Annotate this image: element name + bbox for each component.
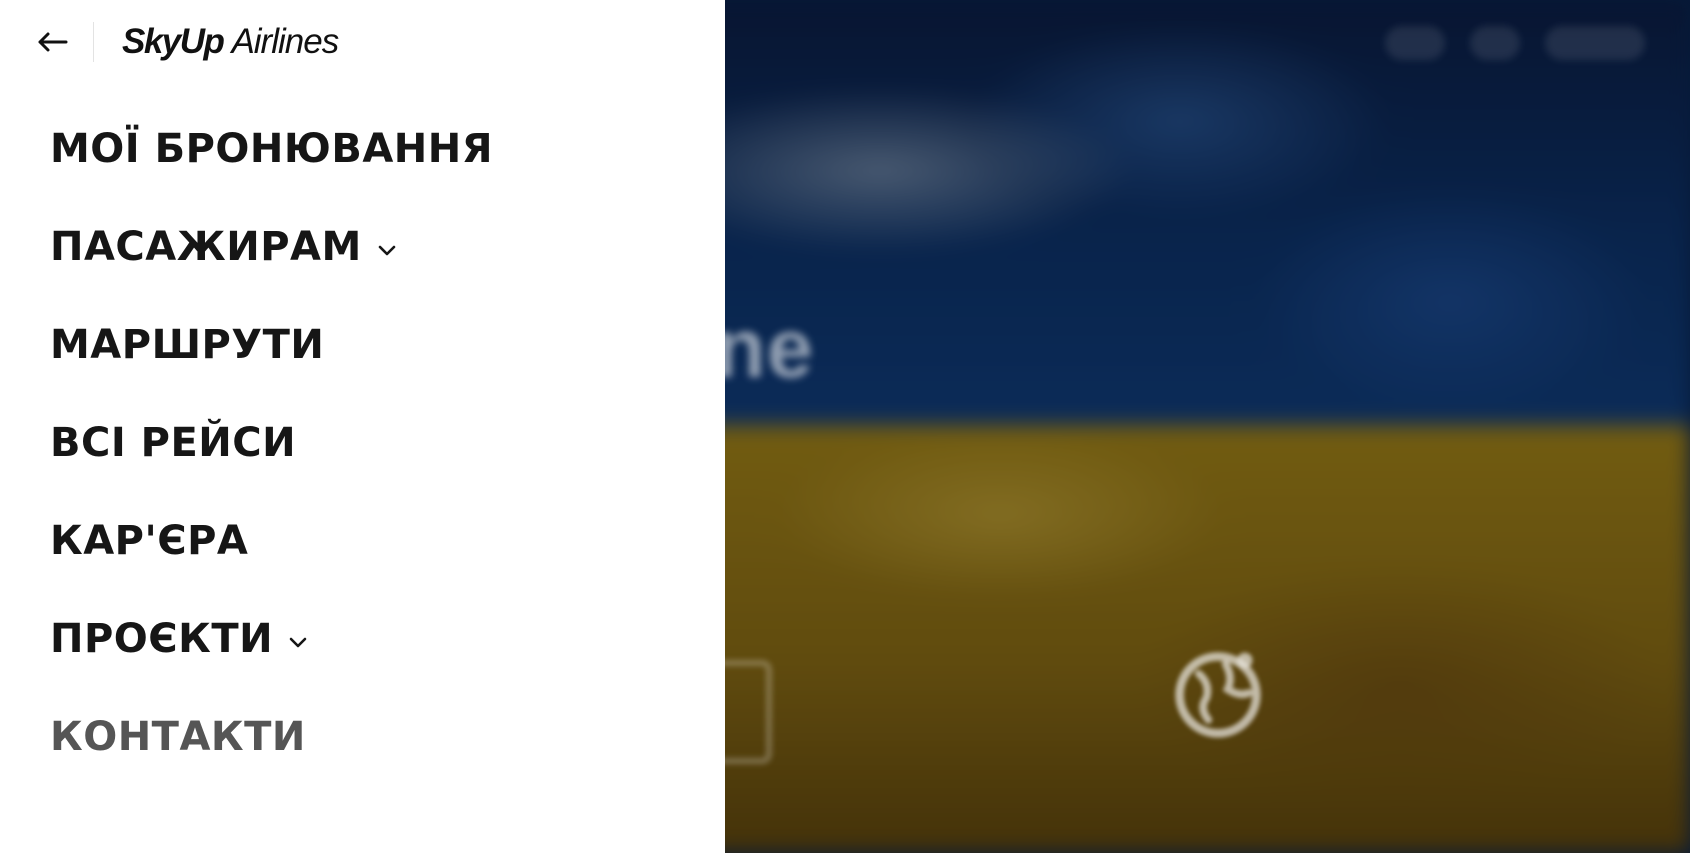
menu-item-label: МОЇ БРОНЮВАННЯ [50,126,494,172]
menu-item-routes[interactable]: МАРШРУТИ [50,296,493,394]
blurred-header-pill [1470,26,1520,60]
logo-brand-light: Airlines [231,22,339,61]
chevron-down-icon [376,240,398,262]
navigation-menu-panel: SkyUp Airlines МОЇ БРОНЮВАННЯ ПАСАЖИРАМ … [0,0,725,853]
header-divider [93,22,94,62]
menu-item-projects[interactable]: ПРОЄКТИ [50,590,493,688]
page: ine y SkyUp Airlines [0,0,1690,853]
menu-item-career[interactable]: КАР'ЄРА [50,492,493,590]
menu-item-label: ВСІ РЕЙСИ [50,420,297,466]
menu-item-contacts[interactable]: КОНТАКТИ [50,688,493,786]
chevron-down-icon [287,632,309,654]
blurred-header-pill [1545,26,1645,60]
back-button[interactable] [30,22,74,62]
blurred-header-pill [1385,26,1445,60]
arrow-left-icon [38,32,68,52]
menu-header: SkyUp Airlines [0,0,725,84]
menu-item-label: КОНТАКТИ [50,714,306,760]
menu-item-label: МАРШРУТИ [50,322,325,368]
menu-item-label: ПАСАЖИРАМ [50,224,362,270]
logo-brand-bold: SkyUp [122,22,225,61]
menu-item-passengers[interactable]: ПАСАЖИРАМ [50,198,493,296]
menu-item-all-flights[interactable]: ВСІ РЕЙСИ [50,394,493,492]
globe-icon [1175,652,1261,738]
menu-item-label: ПРОЄКТИ [50,616,274,662]
menu-item-my-bookings[interactable]: МОЇ БРОНЮВАННЯ [50,100,493,198]
skyup-logo[interactable]: SkyUp Airlines [122,20,339,64]
menu-item-label: КАР'ЄРА [50,518,249,564]
menu-list: МОЇ БРОНЮВАННЯ ПАСАЖИРАМ МАРШРУТИ ВСІ РЕ… [50,100,493,786]
